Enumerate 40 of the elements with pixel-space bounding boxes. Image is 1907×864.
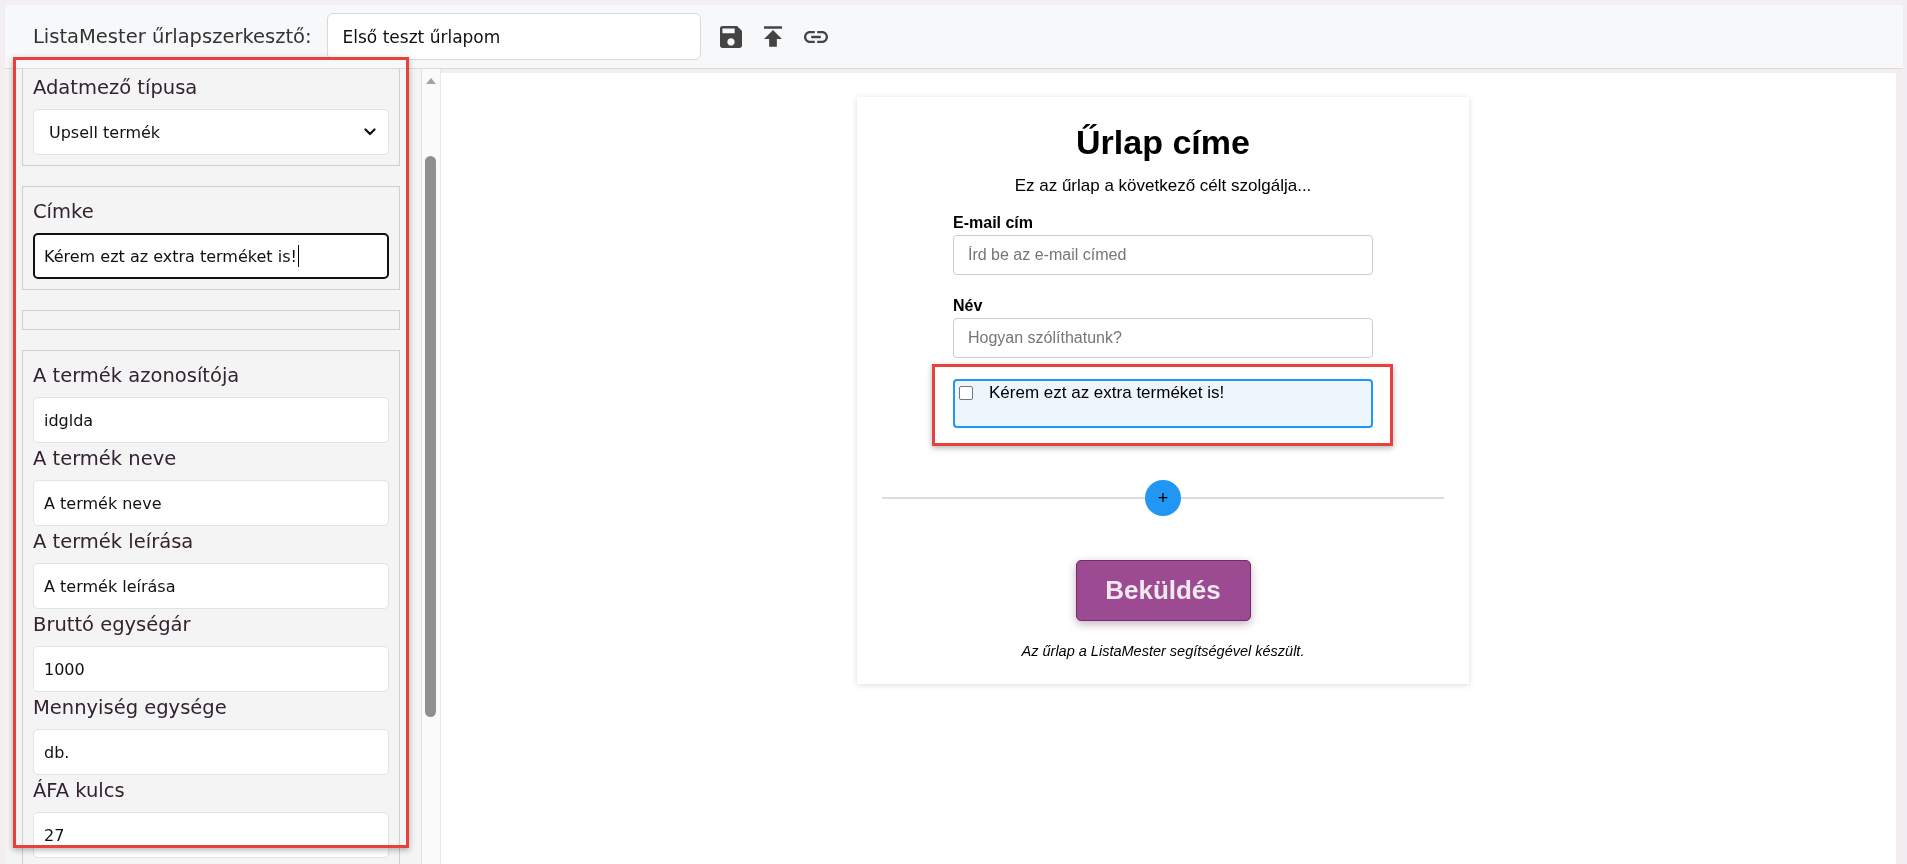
text-field[interactable]: idglda (33, 397, 389, 443)
field-label: A termék neve (33, 446, 178, 472)
form-title: Űrlap címe (1076, 122, 1250, 162)
field-label: Mennyiség egysége (33, 695, 228, 721)
checkbox[interactable] (959, 386, 973, 400)
add-field-button[interactable]: + (1145, 480, 1181, 516)
field-label: E-mail cím (953, 213, 1035, 233)
form-description: Ez az űrlap a következő célt szolgálja... (1014, 175, 1312, 197)
text-field[interactable]: A termék neve (33, 480, 389, 526)
app-title: ListaMester űrlapszerkesztő: (33, 25, 312, 48)
scrollbar-thumb[interactable] (425, 156, 436, 717)
field-label: Név (953, 296, 984, 316)
footer-note: Az űrlap a ListaMester segítségével készült. (1021, 642, 1305, 660)
checkbox-label: Kérem ezt az extra terméket is! (989, 382, 1225, 404)
type-dropdown[interactable]: Upsell termék (33, 109, 389, 155)
scrollbar[interactable] (421, 69, 441, 864)
text-input[interactable]: Hogyan szólíthatunk? (953, 318, 1373, 358)
text-field[interactable]: 1000 (33, 646, 389, 692)
field-label: Adatmező típusa (33, 75, 199, 101)
field-label: Bruttó egységár (33, 612, 192, 638)
field-label: Címke (33, 199, 95, 225)
text-input[interactable]: Írd be az e-mail címed (953, 235, 1373, 275)
text-field[interactable]: A termék leírása (33, 563, 389, 609)
upload-button[interactable] (762, 25, 783, 48)
link-icon (803, 30, 828, 43)
field-label: ÁFA kulcs (33, 778, 126, 804)
upload-arrow-icon (763, 26, 782, 47)
link-button[interactable] (802, 29, 829, 44)
text-field[interactable]: db. (33, 729, 389, 775)
text-field[interactable]: Kérem ezt az extra terméket is! (33, 233, 389, 279)
checkbox-option[interactable]: Kérem ezt az extra terméket is! (953, 379, 1373, 428)
form-name-field[interactable]: Első teszt űrlapom (326, 13, 701, 60)
field-label: A termék azonosítója (33, 363, 241, 389)
save-button[interactable] (718, 24, 743, 49)
scroll-up-arrow-icon[interactable] (426, 78, 436, 84)
chevron-down-icon (364, 128, 376, 136)
field-label: A termék leírása (33, 529, 195, 555)
text-cursor-icon (297, 245, 299, 267)
text-field[interactable]: 27 (33, 812, 389, 858)
submit-button[interactable]: Beküldés (1075, 560, 1251, 621)
